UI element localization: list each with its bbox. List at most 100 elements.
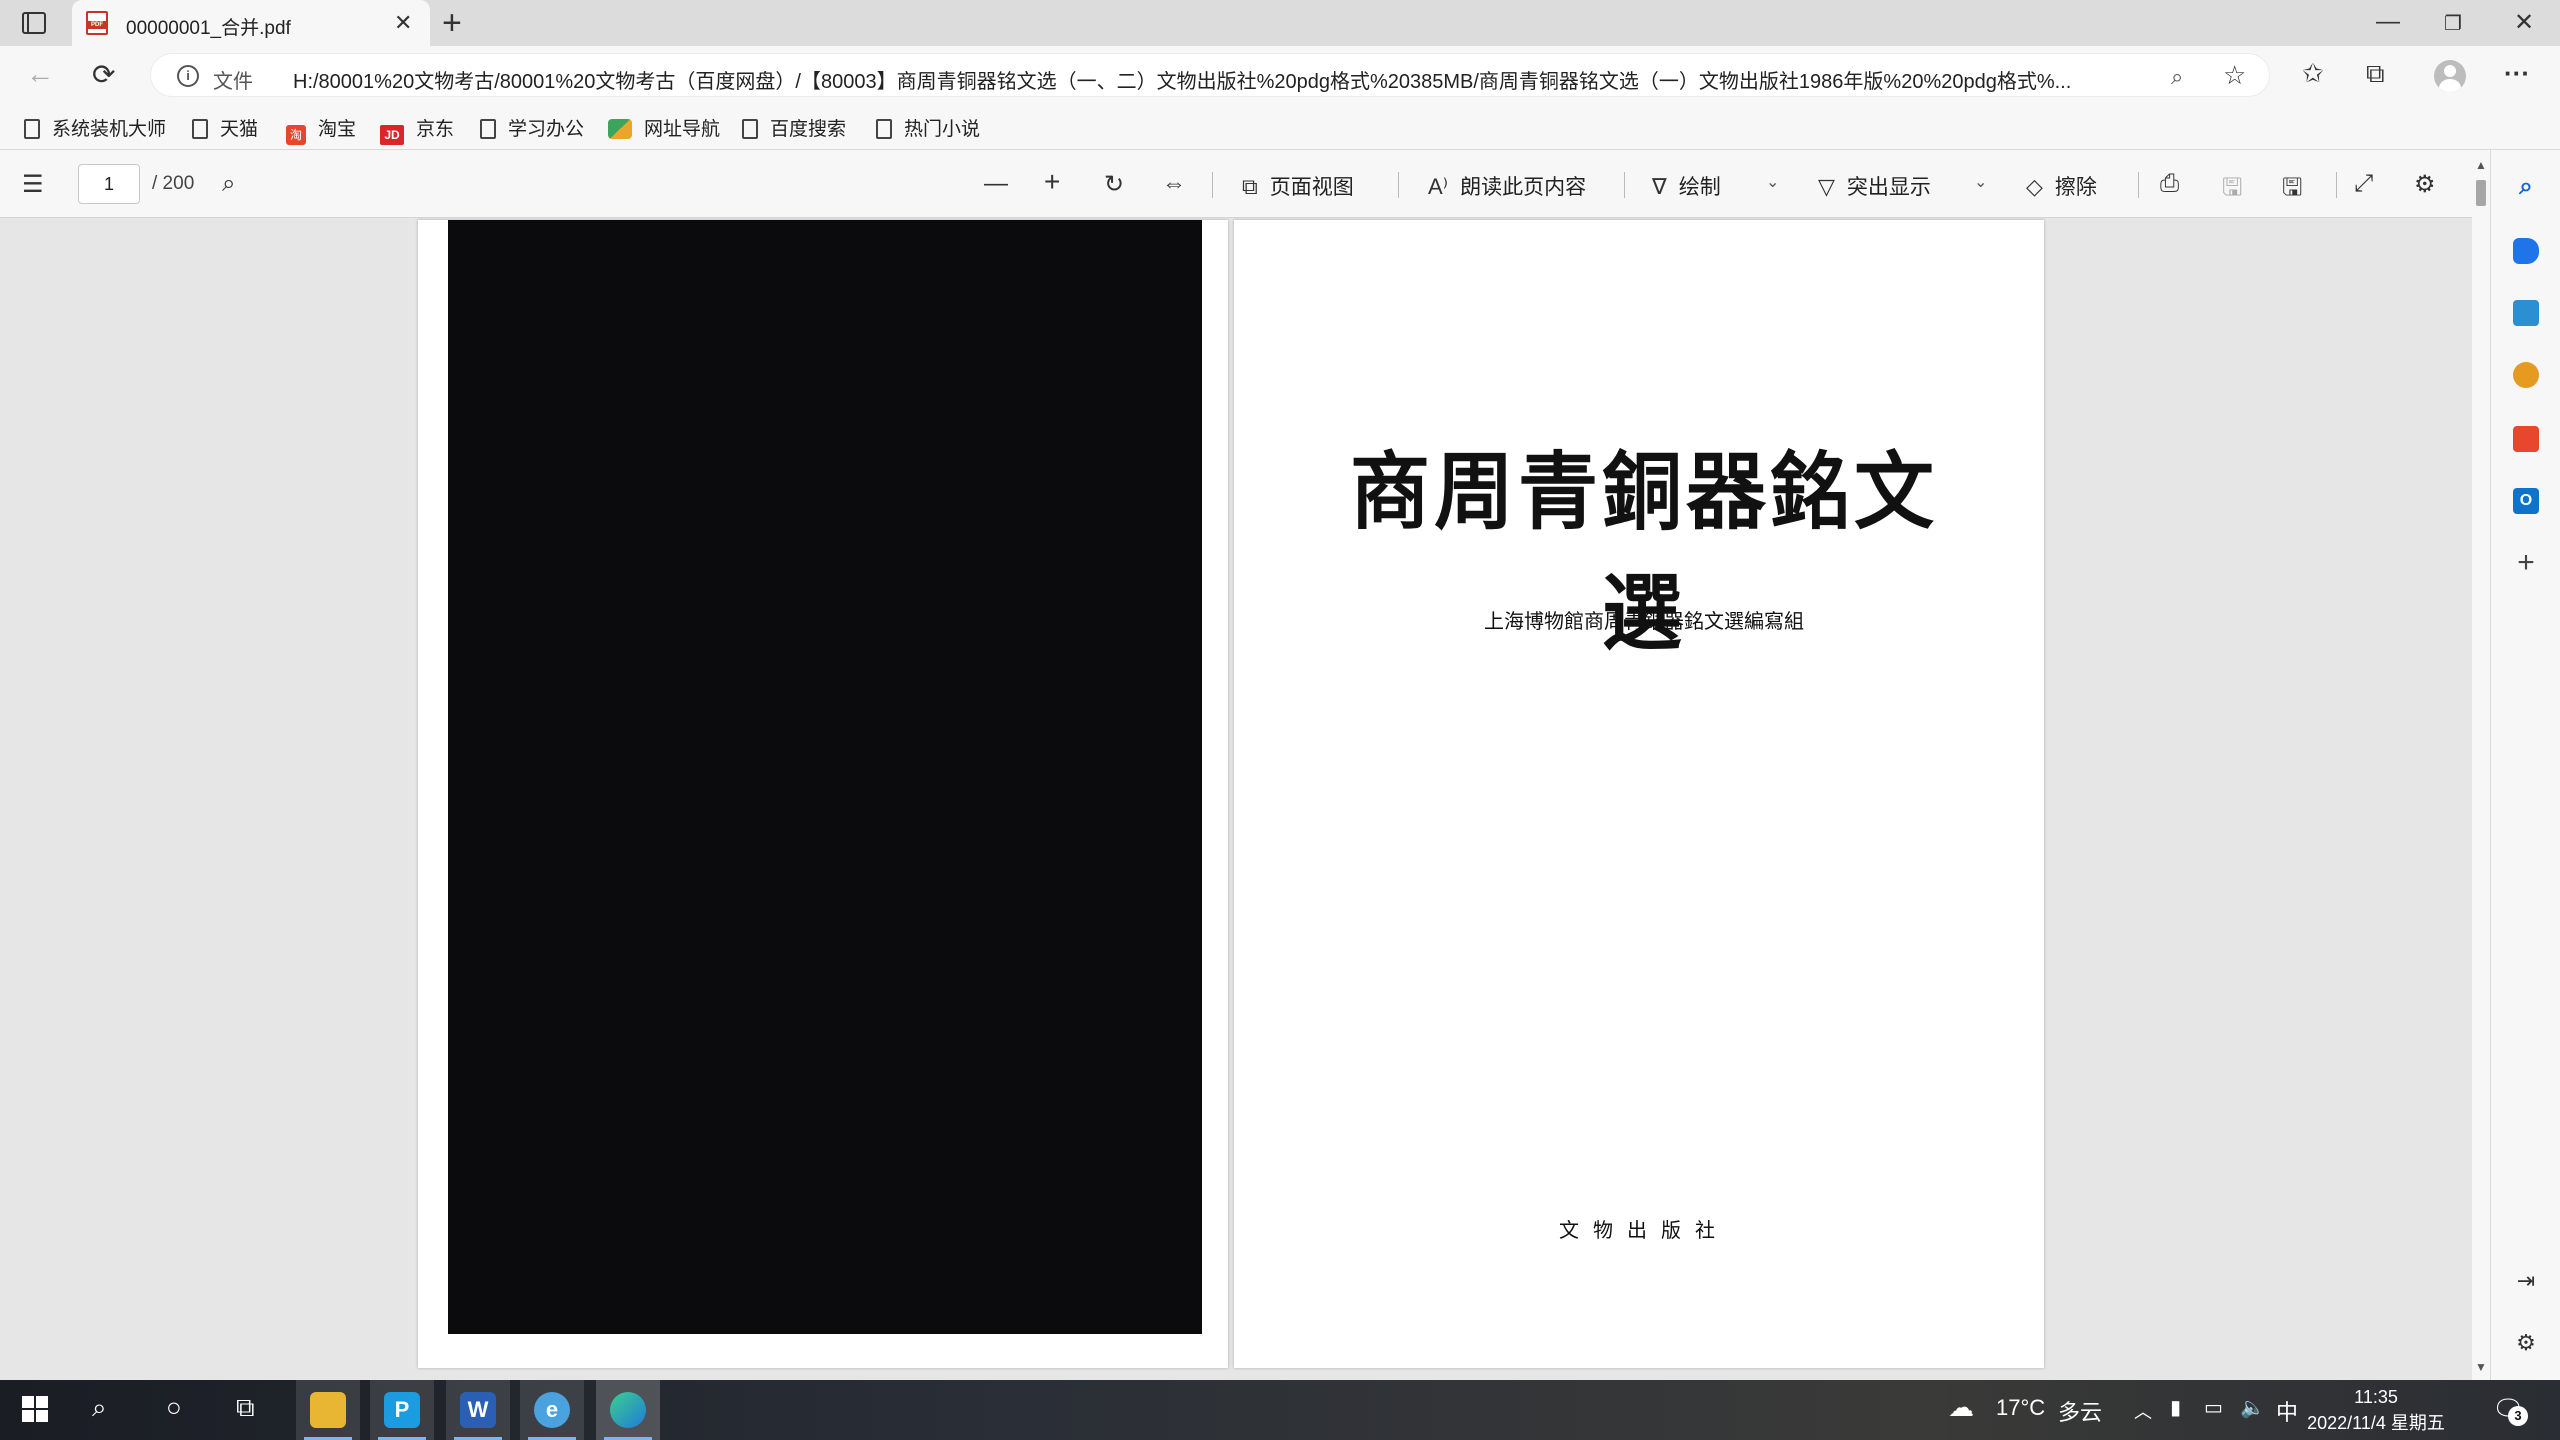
save-icon[interactable]: 🖫 <box>2222 170 2242 211</box>
ime-indicator[interactable]: 中 <box>2276 1395 2298 1427</box>
sidebar-tools-icon[interactable] <box>2513 300 2539 326</box>
info-icon[interactable]: i <box>177 65 199 87</box>
collections-icon[interactable]: ⧉ <box>2366 58 2385 90</box>
bookmark-item[interactable]: 学习办公 <box>480 114 584 140</box>
tab-active[interactable]: 00000001_合并.pdf ✕ <box>72 0 430 46</box>
taskbar: ⌕ ○ ⧉ P W e ☁ 17°C 多云 ︿ ▮ ▭ 🔈 中 11:35 20… <box>0 1380 2560 1440</box>
pdf-page-left <box>418 220 1228 1368</box>
volume-icon[interactable]: 🔈 <box>2240 1395 2265 1420</box>
page-icon <box>192 119 208 139</box>
favorites-icon[interactable]: ✩ <box>2302 58 2324 89</box>
sidebar-panel-icon[interactable]: ⇥ <box>2513 1268 2539 1294</box>
navigation-bar: ← ⟳ i 文件 H:/80001%20文物考古/80001%20文物考古（百度… <box>0 46 2560 104</box>
highlight-button[interactable]: ▽ 突出显示 <box>1818 171 1931 201</box>
search-icon[interactable]: ⌕ <box>222 170 235 198</box>
more-menu-icon[interactable]: ··· <box>2504 58 2530 89</box>
draw-options-chevron-icon[interactable]: ⌄ <box>1766 172 1779 192</box>
tray-overflow-chevron-icon[interactable]: ︿ <box>2134 1398 2152 1424</box>
page-number-input[interactable]: 1 <box>78 164 140 204</box>
print-icon[interactable]: ⎙ <box>2160 170 2179 198</box>
save-as-icon[interactable]: 🖫 <box>2282 170 2302 211</box>
clock-time: 11:35 <box>2354 1387 2398 1407</box>
toolbar-divider <box>1398 172 1399 198</box>
sidebar-office-icon[interactable] <box>2513 426 2539 452</box>
sidebar-search-icon[interactable]: ⌕ <box>2513 174 2539 200</box>
editor-credit: 上海博物館商周青銅器銘文選編寫組 <box>1484 611 1804 633</box>
back-button[interactable]: ← <box>26 58 54 90</box>
sidebar-shopping-icon[interactable] <box>2513 238 2539 264</box>
scroll-thumb[interactable] <box>2476 180 2486 206</box>
sidebar-add-icon[interactable]: + <box>2513 548 2539 578</box>
tab-close-icon[interactable]: ✕ <box>394 10 412 36</box>
jd-icon: JD <box>380 125 404 145</box>
read-aloud-button[interactable]: A⁾ 朗读此页内容 <box>1428 171 1586 201</box>
zoom-in-button[interactable]: + <box>1044 166 1060 198</box>
pdf-toolbar: ☰ 1 / 200 ⌕ — + ↻ ⇔ ⧉ 页面视图 A⁾ 朗读此页内容 ∇ 绘制 ⌄… <box>0 150 2488 218</box>
cortana-icon[interactable]: ○ <box>166 1392 182 1428</box>
search-icon[interactable]: ⌕ <box>92 1392 107 1428</box>
weather-temperature[interactable]: 17°C <box>1996 1395 2045 1421</box>
page-icon <box>742 119 758 139</box>
new-tab-button[interactable]: + <box>442 4 462 43</box>
add-favorite-icon[interactable]: ☆ <box>2223 60 2246 91</box>
bookmark-item[interactable]: 天猫 <box>192 114 258 140</box>
bookmark-item[interactable]: 淘淘宝 <box>286 114 356 145</box>
document-viewport[interactable]: 商周青銅器銘文選 上海博物館商周青銅器銘文選編寫組 文物出版社 <box>0 218 2488 1380</box>
bookmark-item[interactable]: 热门小说 <box>876 114 980 140</box>
close-window-button[interactable]: ✕ <box>2514 8 2534 37</box>
draw-button[interactable]: ∇ 绘制 <box>1652 171 1721 201</box>
page-view-button[interactable]: ⧉ 页面视图 <box>1242 171 1354 201</box>
address-bar[interactable]: i 文件 H:/80001%20文物考古/80001%20文物考古（百度网盘）/… <box>150 53 2270 97</box>
zoom-icon[interactable]: ⌕ <box>2171 64 2183 90</box>
fit-width-button[interactable]: ⇔ <box>1162 170 1186 198</box>
pdf-page-right: 商周青銅器銘文選 上海博物館商周青銅器銘文選編寫組 文物出版社 <box>1234 220 2044 1368</box>
taskbar-pdf-app[interactable]: P <box>370 1380 434 1440</box>
vertical-scrollbar[interactable]: ▲ ▼ <box>2472 150 2490 1380</box>
sidebar-outlook-icon[interactable]: O <box>2513 488 2539 514</box>
url-text[interactable]: H:/80001%20文物考古/80001%20文物考古（百度网盘）/【8000… <box>293 65 2113 94</box>
refresh-button[interactable]: ⟳ <box>92 58 115 91</box>
highlight-options-chevron-icon[interactable]: ⌄ <box>1974 172 1987 192</box>
eraser-icon: ◇ <box>2026 174 2043 199</box>
taskbar-ie-browser[interactable]: e <box>520 1380 584 1440</box>
erase-button[interactable]: ◇ 擦除 <box>2026 171 2097 201</box>
taskbar-word[interactable]: W <box>446 1380 510 1440</box>
tab-title: 00000001_合并.pdf <box>126 18 291 39</box>
system-clock[interactable]: 11:35 2022/11/4 星期五 <box>2306 1384 2446 1436</box>
browser-e-icon: e <box>534 1392 570 1428</box>
weather-cloud-icon[interactable]: ☁ <box>1948 1392 1974 1423</box>
fullscreen-icon[interactable]: ⤢ <box>2354 170 2373 198</box>
table-of-contents-icon[interactable]: ☰ <box>22 170 44 199</box>
sidebar-settings-gear-icon[interactable]: ⚙ <box>2513 1330 2539 1356</box>
page-total: / 200 <box>152 173 195 194</box>
notification-count-badge: 3 <box>2508 1406 2528 1426</box>
zoom-out-button[interactable]: — <box>984 170 1008 198</box>
restore-button[interactable]: ❐ <box>2444 11 2462 36</box>
toolbar-divider <box>1624 172 1625 198</box>
tab-bar: 00000001_合并.pdf ✕ + — ❐ ✕ <box>0 0 2560 46</box>
scroll-up-arrow-icon[interactable]: ▲ <box>2475 158 2487 172</box>
weather-description[interactable]: 多云 <box>2058 1395 2102 1427</box>
start-windows-icon[interactable] <box>22 1396 50 1424</box>
page-icon <box>480 119 496 139</box>
toolbar-divider <box>2336 172 2337 198</box>
task-view-icon[interactable]: ⧉ <box>236 1392 255 1428</box>
usb-device-icon[interactable]: ▮ <box>2170 1395 2181 1420</box>
bookmark-item[interactable]: 百度搜索 <box>742 114 846 140</box>
profile-avatar[interactable] <box>2434 60 2466 92</box>
taskbar-file-explorer[interactable] <box>296 1380 360 1440</box>
sidebar-people-icon[interactable] <box>2513 362 2539 388</box>
settings-gear-icon[interactable]: ⚙ <box>2414 170 2436 199</box>
tab-actions-icon[interactable] <box>22 12 46 34</box>
network-icon[interactable]: ▭ <box>2204 1395 2223 1420</box>
scroll-down-arrow-icon[interactable]: ▼ <box>2475 1360 2487 1374</box>
notification-center-icon[interactable]: 🗨 3 <box>2492 1394 2528 1426</box>
bookmark-item[interactable]: JD 京东 <box>380 114 454 145</box>
page-icon <box>876 119 892 139</box>
bookmark-item[interactable]: 系统装机大师 <box>24 114 166 140</box>
bookmark-item[interactable]: 网址导航 <box>608 114 720 140</box>
minimize-button[interactable]: — <box>2376 8 2400 36</box>
taskbar-edge[interactable] <box>596 1380 660 1440</box>
rotate-button[interactable]: ↻ <box>1104 170 1124 199</box>
edge-sidebar: ⌕ O + ⇥ ⚙ <box>2490 150 2560 1380</box>
